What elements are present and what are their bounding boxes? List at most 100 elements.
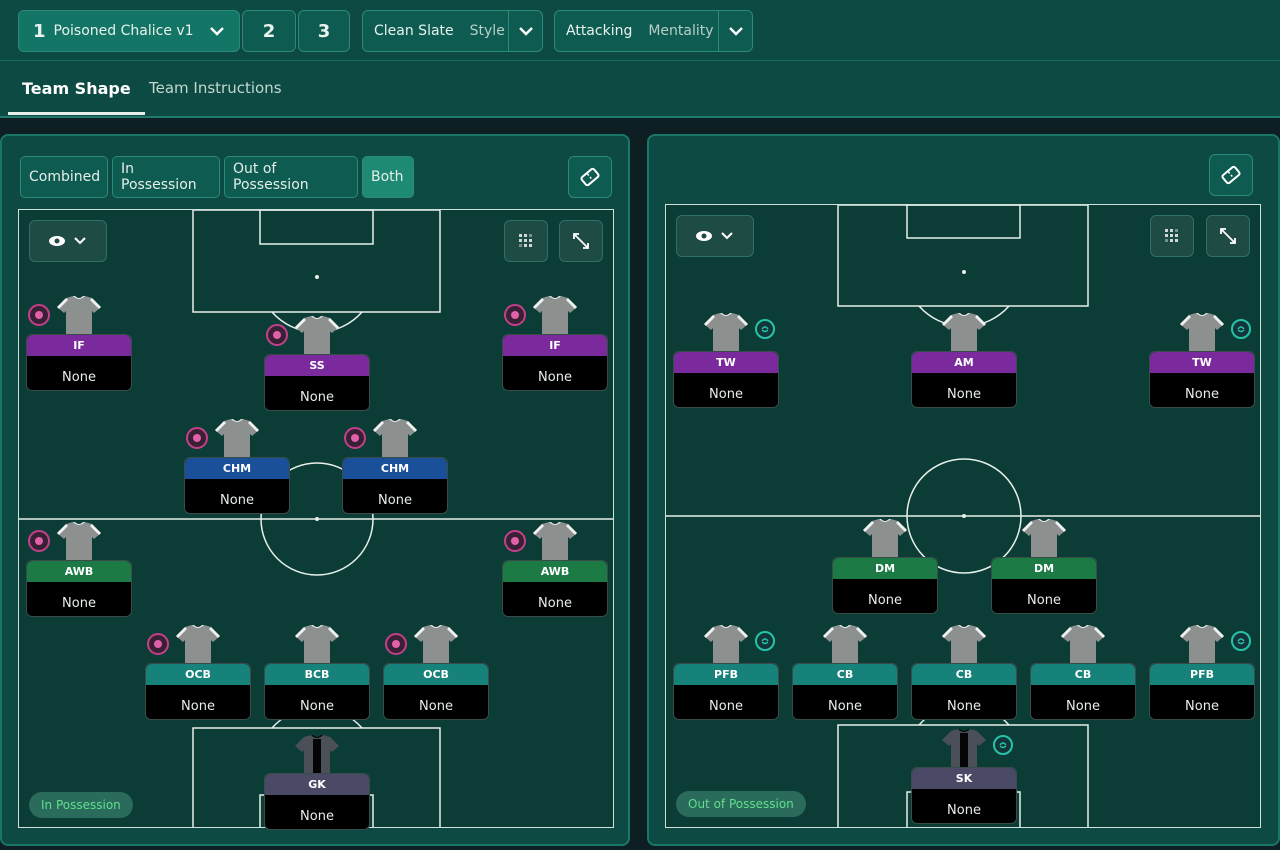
player-duty: None: [27, 582, 131, 616]
tab-team-instructions[interactable]: Team Instructions: [149, 61, 282, 115]
shirt-icon: [703, 313, 749, 353]
expand-icon[interactable]: [1206, 215, 1250, 257]
player-card-sk[interactable]: SK None: [911, 729, 1017, 825]
tactic-slot-2-button[interactable]: 2: [242, 10, 296, 52]
mentality-label: Mentality: [648, 23, 714, 39]
player-duty: None: [674, 685, 778, 719]
chevron-down-icon[interactable]: [718, 10, 752, 52]
segment-in-possession[interactable]: In Possession: [112, 156, 220, 198]
role-card: IF None: [502, 334, 608, 391]
ticket-icon[interactable]: [568, 156, 612, 198]
shirt-icon: [532, 522, 578, 562]
player-card-dm[interactable]: DM None: [832, 519, 938, 615]
style-value: Clean Slate: [374, 23, 454, 39]
mentality-value: Attacking: [566, 23, 633, 39]
player-role: IF: [27, 335, 131, 356]
shirt-icon: [532, 296, 578, 336]
style-selector[interactable]: Clean Slate Style: [362, 10, 543, 52]
role-card: SS None: [264, 354, 370, 411]
player-card-pfb[interactable]: PFB None: [673, 625, 779, 721]
shirt-icon: [1060, 625, 1106, 665]
role-indicator-icon: [147, 633, 169, 655]
shirt-icon: [175, 625, 221, 665]
player-card-gk[interactable]: GK None: [264, 735, 370, 831]
player-card-cb[interactable]: CB None: [792, 625, 898, 721]
player-duty: None: [265, 685, 369, 719]
player-card-chm[interactable]: CHM None: [342, 419, 448, 515]
player-duty: None: [992, 579, 1096, 613]
segment-out-of-possession[interactable]: Out of Possession: [224, 156, 358, 198]
player-duty: None: [146, 685, 250, 719]
shirt-icon: [214, 419, 260, 459]
transition-indicator-icon: [993, 735, 1013, 755]
role-indicator-icon: [266, 324, 288, 346]
player-role: DM: [833, 558, 937, 579]
tab-bar: Team Shape Team Instructions: [0, 60, 1280, 116]
shirt-icon: [56, 296, 102, 336]
role-card: AWB None: [26, 560, 132, 617]
chevron-down-icon[interactable]: [195, 22, 239, 40]
tactic-slot-3-label: 3: [317, 20, 331, 42]
player-role: PFB: [1150, 664, 1254, 685]
player-card-tw[interactable]: TW None: [1149, 313, 1255, 409]
role-card: IF None: [26, 334, 132, 391]
player-role: SK: [912, 768, 1016, 789]
shirt-icon: [862, 519, 908, 559]
role-indicator-icon: [504, 304, 526, 326]
player-duty: None: [833, 579, 937, 613]
player-duty: None: [265, 795, 369, 829]
player-duty: None: [503, 356, 607, 390]
tactic-slot-3-button[interactable]: 3: [298, 10, 350, 52]
player-role: SS: [265, 355, 369, 376]
tactics-toolbar: 1 Poisoned Chalice v1 2 3 Clean Slate St…: [0, 0, 1280, 118]
role-card: CHM None: [184, 457, 290, 514]
player-role: CHM: [185, 458, 289, 479]
shirt-icon: [941, 625, 987, 665]
player-card-cb[interactable]: CB None: [911, 625, 1017, 721]
role-card: DM None: [832, 557, 938, 614]
player-duty: None: [912, 789, 1016, 823]
role-card: BCB None: [264, 663, 370, 720]
chevron-down-icon[interactable]: [508, 10, 542, 52]
player-role: PFB: [674, 664, 778, 685]
tab-team-shape[interactable]: Team Shape: [8, 61, 145, 115]
tactic-name: Poisoned Chalice v1: [53, 23, 194, 39]
expand-icon[interactable]: [559, 220, 603, 262]
player-card-bcb[interactable]: BCB None: [264, 625, 370, 721]
player-duty: None: [1150, 373, 1254, 407]
player-card-ss[interactable]: SS None: [264, 316, 370, 412]
role-indicator-icon: [344, 427, 366, 449]
player-role: CB: [793, 664, 897, 685]
player-card-ocb[interactable]: OCB None: [145, 625, 251, 721]
segment-combined[interactable]: Combined: [20, 156, 108, 198]
player-card-if[interactable]: IF None: [26, 296, 132, 392]
player-card-chm[interactable]: CHM None: [184, 419, 290, 515]
goalkeeper-shirt-icon: [294, 735, 340, 775]
player-card-am[interactable]: AM None: [911, 313, 1017, 409]
player-card-awb[interactable]: AWB None: [26, 522, 132, 618]
player-role: CB: [912, 664, 1016, 685]
eye-icon[interactable]: [29, 220, 107, 262]
shirt-icon: [1179, 625, 1225, 665]
player-card-tw[interactable]: TW None: [673, 313, 779, 409]
ticket-icon[interactable]: [1209, 154, 1253, 196]
shirt-icon: [941, 313, 987, 353]
tactic-selector[interactable]: 1 Poisoned Chalice v1: [18, 10, 240, 52]
role-indicator-icon: [504, 530, 526, 552]
shirt-icon: [294, 625, 340, 665]
player-card-if[interactable]: IF None: [502, 296, 608, 392]
eye-icon[interactable]: [676, 215, 754, 257]
grid-icon[interactable]: [1150, 215, 1194, 257]
grid-icon[interactable]: [504, 220, 548, 262]
player-role: AM: [912, 352, 1016, 373]
player-card-awb[interactable]: AWB None: [502, 522, 608, 618]
player-card-pfb[interactable]: PFB None: [1149, 625, 1255, 721]
transition-indicator-icon: [755, 631, 775, 651]
player-role: DM: [992, 558, 1096, 579]
player-card-ocb[interactable]: OCB None: [383, 625, 489, 721]
player-card-dm[interactable]: DM None: [991, 519, 1097, 615]
segment-both[interactable]: Both: [362, 156, 414, 198]
player-card-cb[interactable]: CB None: [1030, 625, 1136, 721]
player-duty: None: [185, 479, 289, 513]
mentality-selector[interactable]: Attacking Mentality: [554, 10, 753, 52]
